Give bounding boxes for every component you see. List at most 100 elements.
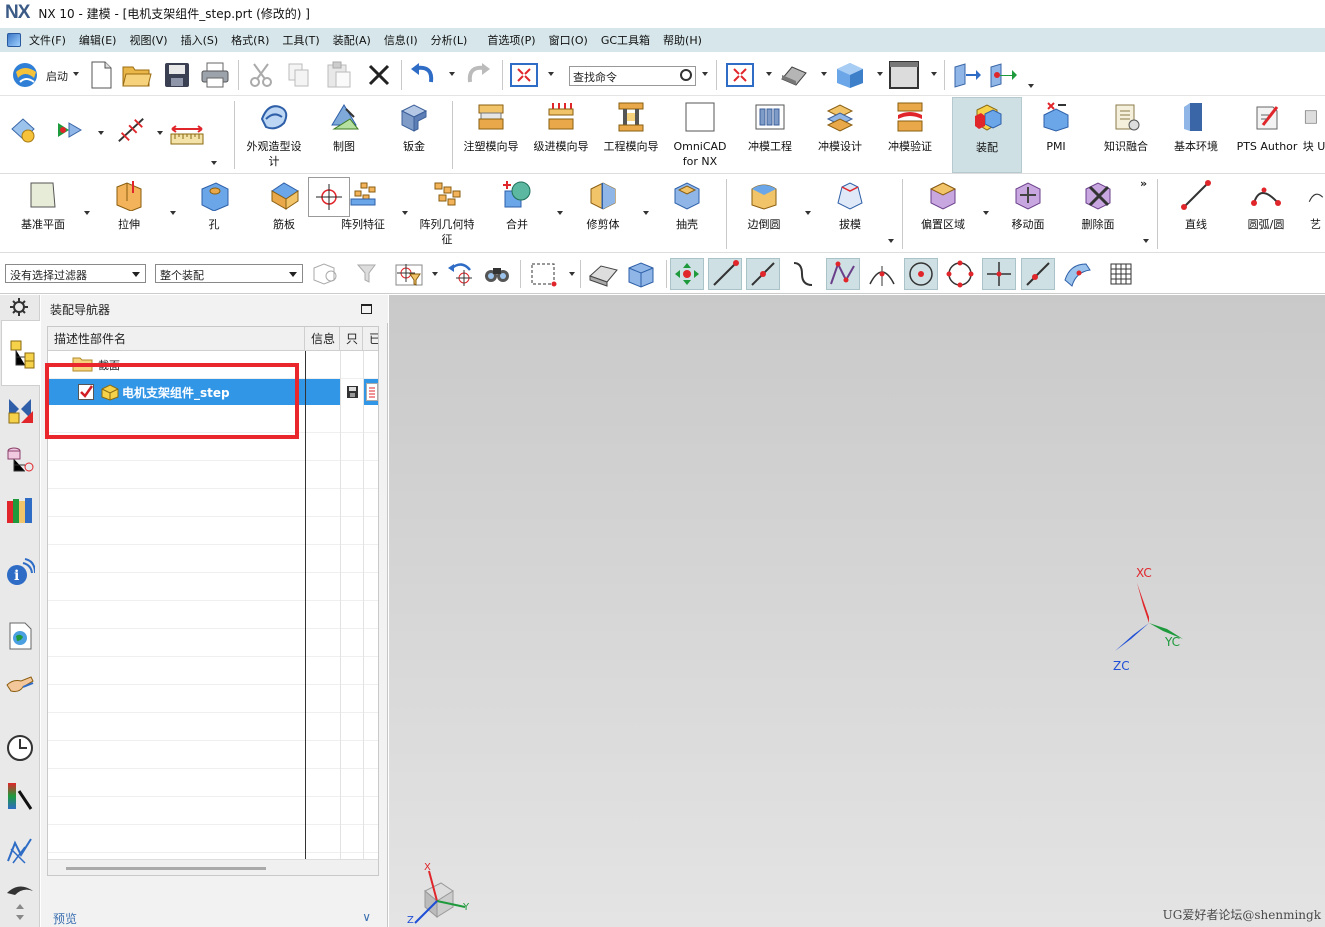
tool-shell[interactable]: 抽壳 <box>656 175 718 251</box>
scroll-arrows-icon[interactable] <box>5 901 35 925</box>
view-dropdown-icon[interactable] <box>548 72 554 76</box>
app-die-validation[interactable]: 冲模验证 <box>878 97 942 173</box>
copy-icon[interactable] <box>284 60 314 90</box>
feature-group-dropdown-icon[interactable] <box>888 239 894 243</box>
undo-dropdown-icon[interactable] <box>449 72 455 76</box>
shaded-dropdown-icon[interactable] <box>877 72 883 76</box>
tool-trim-body[interactable]: 修剪体 <box>572 175 634 251</box>
role-icon[interactable] <box>5 881 35 899</box>
preview-section-label[interactable]: 预览 <box>53 910 77 927</box>
menu-window[interactable]: 窗口(O) <box>549 32 588 48</box>
menu-format[interactable]: 格式(R) <box>231 32 269 48</box>
render-style-icon[interactable] <box>779 60 809 90</box>
app-gateway[interactable]: 基本环境 <box>1164 97 1228 173</box>
background-icon[interactable] <box>889 60 919 90</box>
filter-funnel-icon[interactable] <box>352 258 386 290</box>
menu-assembly[interactable]: 装配(A) <box>333 32 371 48</box>
cut-icon[interactable] <box>246 60 276 90</box>
save-icon[interactable] <box>162 60 192 90</box>
app-progressive-die[interactable]: 级进模向导 <box>528 97 594 173</box>
app-drafting[interactable]: 制图 <box>314 97 374 173</box>
tool-studio[interactable]: 艺 <box>1306 175 1325 251</box>
search-icon[interactable] <box>680 69 692 81</box>
menu-gc-toolbox[interactable]: GC工具箱 <box>601 32 650 48</box>
app-menu-icon[interactable] <box>7 33 21 47</box>
open-folder-icon[interactable] <box>122 60 152 90</box>
app-die-design[interactable]: 冲模设计 <box>808 97 872 173</box>
extrude-dropdown-icon[interactable] <box>170 211 176 215</box>
quadrant-point-icon[interactable] <box>943 258 977 290</box>
paste-icon[interactable] <box>324 60 354 90</box>
rectangle-select-icon[interactable] <box>526 258 560 290</box>
snap-all-icon[interactable] <box>670 258 704 290</box>
circle-center-icon[interactable] <box>904 258 938 290</box>
column-divider[interactable] <box>305 351 306 875</box>
type-filter-select[interactable]: 没有选择过滤器 <box>5 264 146 283</box>
snap-dropdown-icon[interactable] <box>432 272 438 276</box>
tool-line[interactable]: 直线 <box>1164 175 1228 251</box>
app-pts-author[interactable]: PTS Author <box>1232 97 1302 173</box>
start-label[interactable]: 启动 <box>46 68 68 84</box>
control-point-icon[interactable] <box>786 258 820 290</box>
menu-insert[interactable]: 插入(S) <box>181 32 219 48</box>
measure-dropdown-icon[interactable] <box>157 131 163 135</box>
redo-icon[interactable] <box>463 60 493 90</box>
menu-help[interactable]: 帮助(H) <box>663 32 702 48</box>
move-component-icon[interactable] <box>952 60 982 90</box>
menu-file[interactable]: 文件(F) <box>29 32 66 48</box>
menu-preferences[interactable]: 首选项(P) <box>487 32 535 48</box>
feature-menu-dropdown-icon[interactable] <box>98 131 104 135</box>
app-die-engineering[interactable]: 冲模工程 <box>738 97 802 173</box>
feature-dropdown-icon[interactable] <box>55 115 85 145</box>
offset-dropdown-icon[interactable] <box>983 211 989 215</box>
tool-edge-blend[interactable]: 边倒圆 <box>732 175 796 251</box>
app-mold-wizard[interactable]: 注塑模向导 <box>458 97 524 173</box>
part-navigator-icon[interactable] <box>5 445 35 475</box>
intersection-point-icon[interactable] <box>826 258 860 290</box>
selection-scope-select[interactable]: 整个装配 <box>155 264 303 283</box>
zoom-dropdown-icon[interactable] <box>766 72 772 76</box>
appearance-icon[interactable] <box>8 115 38 145</box>
shaded-cube-icon[interactable] <box>835 60 865 90</box>
datum-dropdown-icon[interactable] <box>84 211 90 215</box>
start-dropdown-icon[interactable] <box>73 72 79 76</box>
app-assembly[interactable]: 装配 <box>952 97 1022 173</box>
menu-view[interactable]: 视图(V) <box>129 32 167 48</box>
web-browser-icon[interactable] <box>5 621 35 651</box>
face-select-icon[interactable] <box>586 258 620 290</box>
render-dropdown-icon[interactable] <box>821 72 827 76</box>
snap-filter-icon[interactable] <box>392 258 426 290</box>
menu-tools[interactable]: 工具(T) <box>282 32 319 48</box>
tool-delete-face[interactable]: 删除面 <box>1066 175 1130 251</box>
menu-analysis[interactable]: 分析(L) <box>431 32 468 48</box>
point-on-curve-icon[interactable] <box>1021 258 1055 290</box>
process-studio-icon[interactable] <box>5 835 35 865</box>
graphics-viewport[interactable]: XC YC ZC X Y Z UG爱好者论坛@shenmingk <box>389 295 1325 927</box>
body-select-icon[interactable] <box>624 258 658 290</box>
component-dropdown-icon[interactable] <box>1028 84 1034 88</box>
tool-extrude[interactable]: 拉伸 <box>98 175 160 251</box>
zoom-fit-icon[interactable] <box>725 60 755 90</box>
sync-group-dropdown-icon[interactable] <box>1143 239 1149 243</box>
app-engineering-die[interactable]: 工程模向导 <box>598 97 664 173</box>
tool-move-face[interactable]: 移动面 <box>996 175 1060 251</box>
menu-information[interactable]: 信息(I) <box>384 32 418 48</box>
rotate-selection-icon[interactable] <box>444 258 478 290</box>
end-point-icon[interactable] <box>708 258 742 290</box>
history-hand-icon[interactable] <box>5 671 35 701</box>
scrollbar-thumb[interactable] <box>66 867 266 870</box>
app-knowledge-fusion[interactable]: 知识融合 <box>1094 97 1158 173</box>
reposition-component-icon[interactable] <box>988 60 1018 90</box>
tool-rib[interactable]: 筋板 <box>254 175 314 251</box>
arc-center-icon[interactable] <box>865 258 899 290</box>
horizontal-scrollbar[interactable] <box>48 859 378 875</box>
gear-icon[interactable] <box>9 297 29 317</box>
tool-offset-region[interactable]: 偏置区域 <box>910 175 976 251</box>
component-filter-icon[interactable] <box>308 258 342 290</box>
search-dropdown-icon[interactable] <box>702 72 708 76</box>
constraint-navigator-icon[interactable] <box>5 395 35 425</box>
tool-arc-circle[interactable]: 圆弧/圆 <box>1234 175 1298 251</box>
trim-dropdown-icon[interactable] <box>643 211 649 215</box>
app-sheet-metal[interactable]: 钣金 <box>384 97 444 173</box>
column-header-info[interactable]: 信息 <box>305 327 340 351</box>
